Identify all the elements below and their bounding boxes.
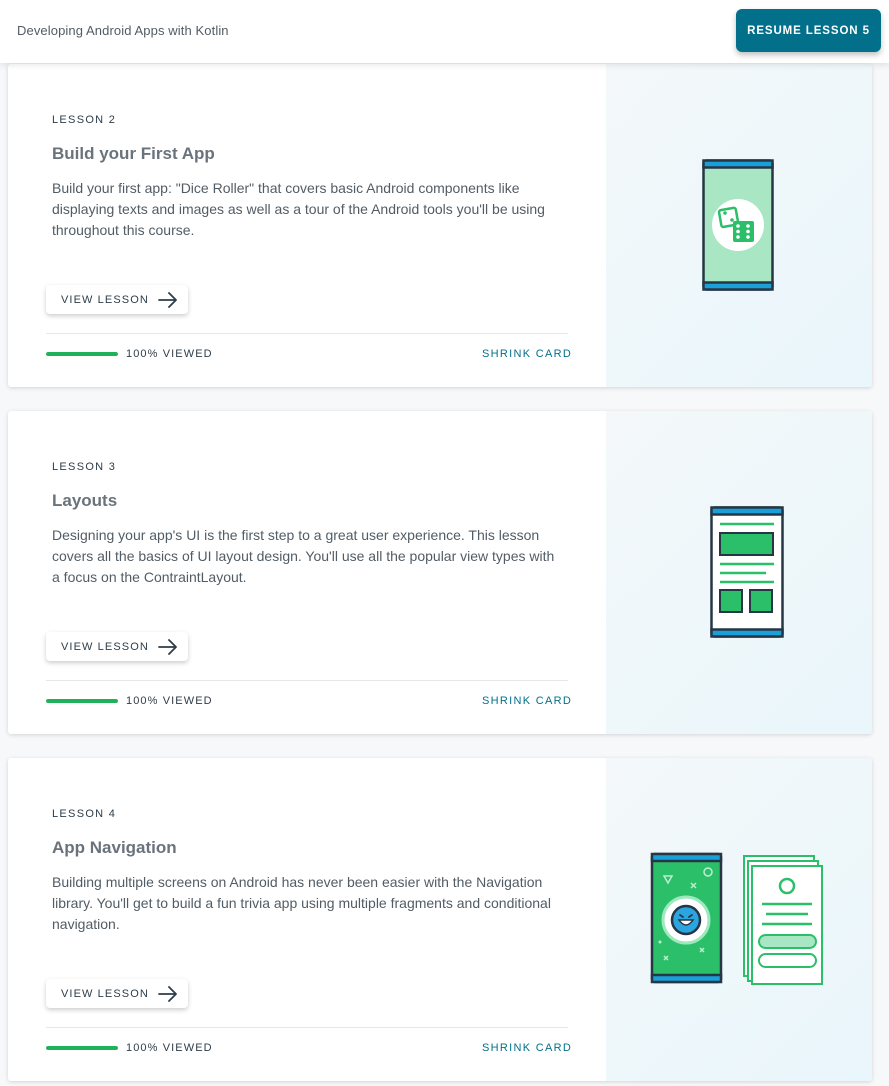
card-divider: [46, 1027, 568, 1028]
shrink-card-link[interactable]: SHRINK CARD: [482, 695, 572, 707]
arrow-right-icon: [158, 986, 177, 1002]
shrink-card-link[interactable]: SHRINK CARD: [482, 1042, 572, 1054]
progress-fill: [46, 699, 118, 703]
lesson-illustration-panel: [606, 64, 872, 387]
card-divider: [46, 333, 568, 334]
lesson-card: LESSON 4 App Navigation Building multipl…: [8, 758, 872, 1081]
lesson-title: Layouts: [52, 491, 118, 510]
phone-navigation-icon: [650, 852, 823, 985]
lesson-description: Build your first app: "Dice Roller" that…: [52, 180, 545, 238]
lesson-title: App Navigation: [52, 838, 177, 857]
phone-dice-icon: [702, 159, 774, 291]
phone-layout-icon: [710, 506, 784, 638]
progress-fill: [46, 1046, 118, 1050]
arrow-right-icon: [158, 639, 177, 655]
lesson-description: Designing your app's UI is the first ste…: [52, 527, 555, 585]
lesson-number: LESSON 3: [52, 461, 117, 473]
progress-text: 100% VIEWED: [126, 1042, 213, 1054]
view-lesson-label: VIEW LESSON: [61, 293, 149, 306]
view-lesson-label: VIEW LESSON: [61, 987, 149, 1000]
progress-text: 100% VIEWED: [126, 348, 213, 360]
view-lesson-button[interactable]: VIEW LESSON: [46, 979, 188, 1008]
arrow-right-icon: [158, 292, 177, 308]
lesson-illustration-panel: [606, 758, 872, 1081]
lesson-card-content: LESSON 3 Layouts Designing your app's UI…: [8, 411, 606, 734]
view-lesson-button[interactable]: VIEW LESSON: [46, 285, 188, 314]
progress-bar: [46, 352, 118, 356]
view-lesson-button[interactable]: VIEW LESSON: [46, 632, 188, 661]
progress-bar: [46, 1046, 118, 1050]
progress-text: 100% VIEWED: [126, 695, 213, 707]
lesson-title: Build your First App: [52, 144, 215, 163]
lesson-card: LESSON 3 Layouts Designing your app's UI…: [8, 411, 872, 734]
resume-lesson-button[interactable]: RESUME LESSON 5: [736, 9, 881, 52]
top-bar: Developing Android Apps with Kotlin RESU…: [0, 0, 889, 63]
lesson-card: LESSON 2 Build your First App Build your…: [8, 64, 872, 387]
progress-bar: [46, 699, 118, 703]
view-lesson-label: VIEW LESSON: [61, 640, 149, 653]
lesson-illustration-panel: [606, 411, 872, 734]
progress-fill: [46, 352, 118, 356]
lesson-card-content: LESSON 4 App Navigation Building multipl…: [8, 758, 606, 1081]
card-divider: [46, 680, 568, 681]
lesson-card-content: LESSON 2 Build your First App Build your…: [8, 64, 606, 387]
course-title: Developing Android Apps with Kotlin: [17, 23, 229, 38]
lesson-description: Building multiple screens on Android has…: [52, 874, 551, 932]
shrink-card-link[interactable]: SHRINK CARD: [482, 348, 572, 360]
lesson-number: LESSON 4: [52, 808, 117, 820]
lesson-number: LESSON 2: [52, 114, 117, 126]
